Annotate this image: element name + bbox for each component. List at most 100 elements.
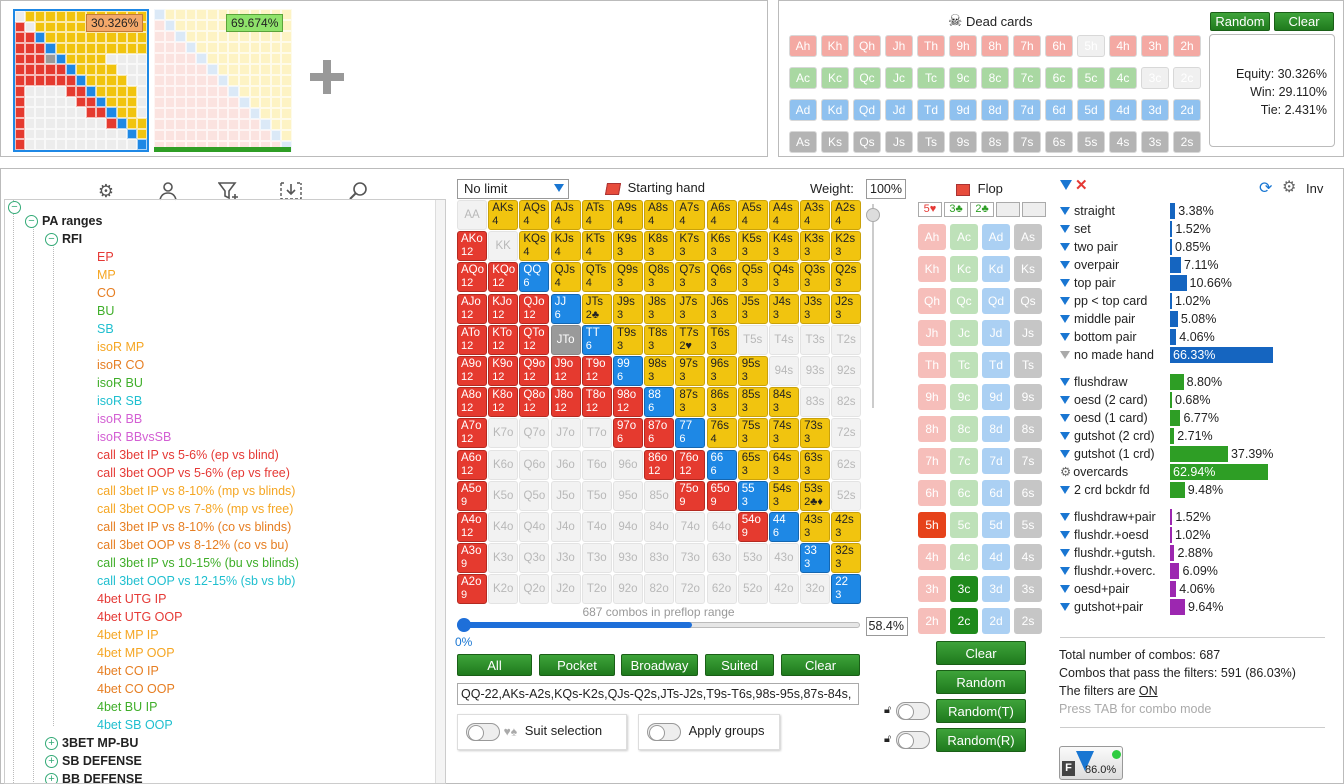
hand-cell[interactable]: 64o	[706, 511, 737, 542]
dead-card-7h[interactable]: 7h	[1013, 35, 1041, 57]
filter-icon[interactable]	[1060, 332, 1070, 341]
dead-card-Ad[interactable]: Ad	[789, 99, 817, 121]
board-card-6c[interactable]: 6c	[950, 480, 978, 506]
board-card-Tc[interactable]: Tc	[950, 352, 978, 378]
board-card-3d[interactable]: 3d	[982, 576, 1010, 602]
board-card-4h[interactable]: 4h	[918, 544, 946, 570]
filter-icon[interactable]	[1060, 179, 1072, 193]
board-card-9c[interactable]: 9c	[950, 384, 978, 410]
hand-cell[interactable]: K5o	[488, 480, 519, 511]
dead-card-6d[interactable]: 6d	[1045, 99, 1073, 121]
hand-cell[interactable]: 82o	[644, 574, 675, 605]
dead-card-Kd[interactable]: Kd	[821, 99, 849, 121]
stat-row[interactable]: straight	[1060, 202, 1115, 220]
hand-cell[interactable]: QJo 12	[519, 293, 550, 324]
board-card-7d[interactable]: 7d	[982, 448, 1010, 474]
hand-cell[interactable]: A8o 12	[457, 387, 487, 418]
tree-node[interactable]: call 3bet IP vs 8-10% (mp vs blinds)	[97, 482, 295, 500]
tree-node[interactable]: 4bet UTG OOP	[97, 608, 182, 626]
hand-cell[interactable]: 83o	[644, 543, 675, 574]
hand-cell[interactable]: Q5o	[519, 480, 550, 511]
hand-cell[interactable]: Q6o	[519, 449, 550, 480]
dead-clear-button[interactable]: Clear	[1274, 12, 1334, 31]
hand-cell[interactable]: 53o	[737, 543, 768, 574]
limit-select[interactable]: No limit	[457, 179, 569, 199]
dead-card-3h[interactable]: 3h	[1141, 35, 1169, 57]
hand-cell[interactable]: 86s 3	[706, 387, 737, 418]
hand-cell[interactable]: K3o	[488, 543, 519, 574]
board-card-2d[interactable]: 2d	[982, 608, 1010, 634]
tree-node[interactable]: − RFI	[45, 230, 82, 248]
hand-cell[interactable]: 74s 3	[768, 418, 799, 449]
hand-cell[interactable]: T8o 12	[581, 387, 612, 418]
stat-row[interactable]: oesd+pair	[1060, 580, 1129, 598]
tree-node[interactable]: CO	[97, 284, 116, 302]
board-card-3h[interactable]: 3h	[918, 576, 946, 602]
filter-icon[interactable]	[1060, 431, 1070, 440]
tree-node[interactable]: BU	[97, 302, 114, 320]
preset-button-pocket[interactable]: Pocket	[539, 654, 615, 676]
dead-card-2h[interactable]: 2h	[1173, 35, 1201, 57]
tree-node[interactable]: 4bet CO OOP	[97, 680, 175, 698]
stat-row[interactable]: flushdraw	[1060, 373, 1128, 391]
hand-cell[interactable]: 72s	[831, 418, 862, 449]
hand-cell[interactable]: 22 3	[831, 574, 862, 605]
hand-cell[interactable]: K9o 12	[488, 355, 519, 386]
board-card-Qs[interactable]: Qs	[1014, 288, 1042, 314]
hand-cell[interactable]: J8o 12	[550, 387, 581, 418]
tree-node[interactable]: +3BET MP-BU	[45, 734, 138, 752]
dead-card-8c[interactable]: 8c	[981, 67, 1009, 89]
hand-cell[interactable]: A5s 4	[737, 200, 768, 230]
hand-cell[interactable]: TT 6	[581, 324, 612, 355]
tree-node[interactable]: call 3bet IP vs 10-15% (bu vs blinds)	[97, 554, 299, 572]
dead-card-Kh[interactable]: Kh	[821, 35, 849, 57]
hand-cell[interactable]: AJo 12	[457, 293, 487, 324]
dead-card-9h[interactable]: 9h	[949, 35, 977, 57]
tree-node[interactable]: 4bet MP OOP	[97, 644, 175, 662]
board-card-Ac[interactable]: Ac	[950, 224, 978, 250]
filters-state[interactable]: ON	[1139, 684, 1158, 698]
hand-cell[interactable]: 93s	[800, 355, 831, 386]
dead-card-8d[interactable]: 8d	[981, 99, 1009, 121]
gear-icon[interactable]: ⚙	[1282, 177, 1296, 197]
expand-icon[interactable]: +	[45, 755, 58, 769]
board-card-Td[interactable]: Td	[982, 352, 1010, 378]
hand-cell[interactable]: AKo 12	[457, 231, 487, 262]
hand-cell[interactable]: A7o 12	[457, 418, 487, 449]
hand-cell[interactable]: Q3s 3	[800, 262, 831, 293]
hand-cell[interactable]: A7s 4	[675, 200, 706, 230]
hand-cell[interactable]: K6o	[488, 449, 519, 480]
stat-row[interactable]: no made hand	[1060, 346, 1154, 364]
hand-cell[interactable]: Q6s 3	[706, 262, 737, 293]
filter-icon[interactable]	[1060, 314, 1070, 323]
dead-card-Ks[interactable]: Ks	[821, 131, 849, 153]
hand-cell[interactable]: 76o 12	[675, 449, 706, 480]
hand-cell[interactable]: T9s 3	[612, 324, 643, 355]
board-card-7h[interactable]: 7h	[918, 448, 946, 474]
stat-row[interactable]: oesd (1 card)	[1060, 409, 1148, 427]
flop-slot[interactable]	[1022, 202, 1046, 217]
hand-cell[interactable]: Q2s 3	[831, 262, 862, 293]
filter-icon[interactable]	[1060, 584, 1070, 593]
hand-cell[interactable]: A6o 12	[457, 449, 487, 480]
filter-icon[interactable]	[1060, 377, 1070, 386]
hand-cell[interactable]: 87s 3	[675, 387, 706, 418]
stat-row[interactable]: top pair	[1060, 274, 1116, 292]
board-card-Qc[interactable]: Qc	[950, 288, 978, 314]
hand-cell[interactable]: T2s	[831, 324, 862, 355]
hand-cell[interactable]: 43s 3	[800, 511, 831, 542]
filter-icon[interactable]	[1060, 278, 1070, 287]
dead-card-Jh[interactable]: Jh	[885, 35, 913, 57]
tree-node[interactable]: call 3bet IP vs 8-10% (co vs blinds)	[97, 518, 291, 536]
clear-filters-icon[interactable]: ✕	[1075, 176, 1088, 194]
board-card-Kh[interactable]: Kh	[918, 256, 946, 282]
hand-cell[interactable]: ATs 4	[581, 200, 612, 230]
dead-card-Qh[interactable]: Qh	[853, 35, 881, 57]
hand-cell[interactable]: J9s 3	[612, 293, 643, 324]
expand-icon[interactable]: +	[45, 737, 58, 751]
hand-cell[interactable]: KTo 12	[488, 324, 519, 355]
suit-selection-switch[interactable]	[466, 723, 500, 741]
hand-cell[interactable]: T5s	[737, 324, 768, 355]
board-card-Jh[interactable]: Jh	[918, 320, 946, 346]
dead-card-Td[interactable]: Td	[917, 99, 945, 121]
